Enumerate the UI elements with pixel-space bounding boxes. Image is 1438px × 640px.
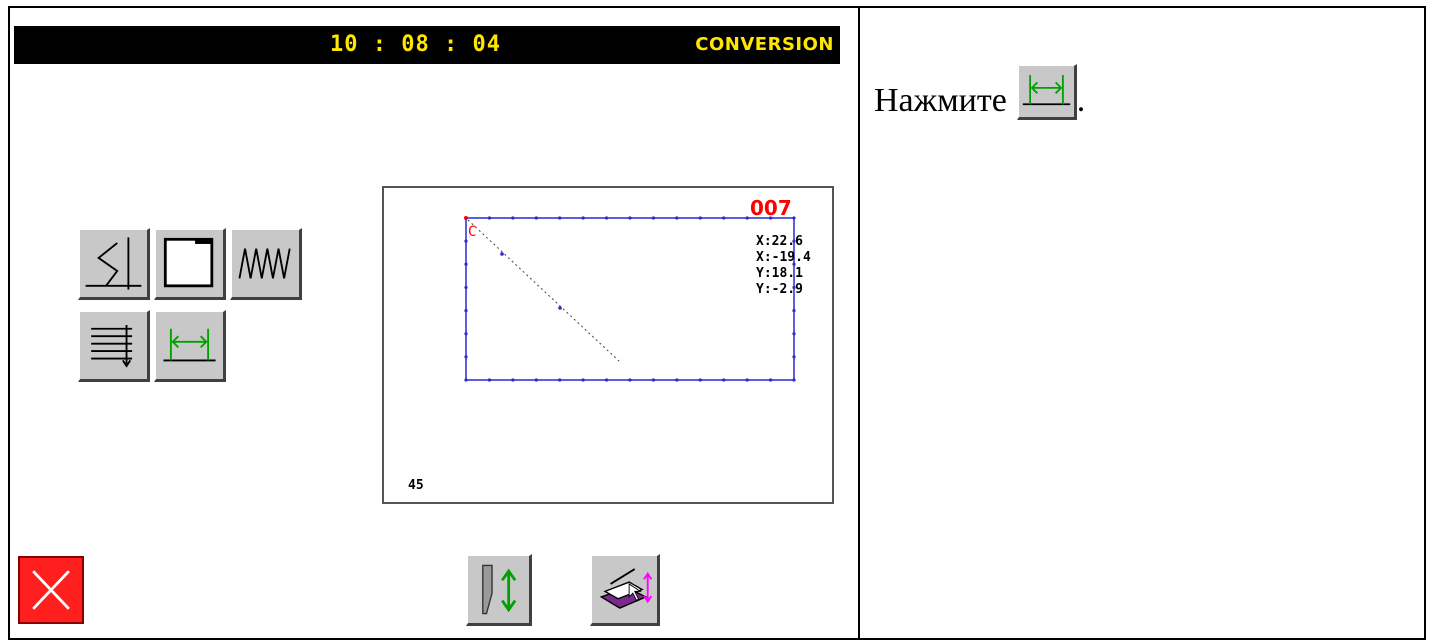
start-marker: C xyxy=(468,224,477,240)
outline-point xyxy=(628,216,632,220)
title-bar: 10 : 08 : 04 CONVERSION xyxy=(14,26,840,64)
outline-point xyxy=(558,378,562,382)
instruction-label: Нажмите xyxy=(874,82,1007,119)
outline-point xyxy=(792,332,796,336)
outline-point xyxy=(464,308,468,313)
outline-point xyxy=(745,216,749,220)
column-divider xyxy=(858,8,860,638)
presser-lift-button[interactable] xyxy=(590,554,660,626)
stitch-count: 45 xyxy=(408,478,424,493)
outline-point xyxy=(792,355,796,359)
multi-line-fill-button[interactable] xyxy=(78,310,150,382)
width-extend-icon xyxy=(163,328,216,362)
instruction-button-image xyxy=(1016,64,1077,120)
coord-x-max: X:22.6 xyxy=(756,234,803,249)
outline-point xyxy=(792,378,796,382)
outline-point xyxy=(722,378,726,382)
outline-point xyxy=(464,355,468,359)
outline-point xyxy=(651,378,656,382)
outline-point xyxy=(698,216,702,220)
outline-point xyxy=(628,378,632,382)
outline-point xyxy=(792,216,796,220)
multi-zigzag-button[interactable] xyxy=(230,228,302,300)
outline-point xyxy=(675,378,679,382)
clock: 10 : 08 : 04 xyxy=(330,32,501,57)
needle-updown-icon xyxy=(482,564,517,615)
outline-point xyxy=(768,378,773,382)
cancel-button[interactable] xyxy=(18,556,84,624)
outline-point xyxy=(464,332,468,336)
outline-point xyxy=(581,216,585,220)
outline-point xyxy=(604,216,609,220)
outline-point xyxy=(675,216,679,220)
width-extend-icon xyxy=(1022,75,1070,106)
zigzag-stitch-icon xyxy=(85,237,142,290)
instruction-text: Нажмите . xyxy=(874,64,1085,120)
outline-point xyxy=(464,239,468,243)
outline-point xyxy=(511,216,515,220)
outline-point xyxy=(651,216,656,220)
outline-point xyxy=(581,378,585,382)
outline-point xyxy=(464,285,468,290)
instruction-suffix: . xyxy=(1076,82,1086,119)
outline-point xyxy=(464,378,468,382)
pattern-preview: C 007 X:22.6 X:-19.4 Y:18.1 Y:-2.9 45 xyxy=(382,186,834,504)
coord-y-min: Y:-2.9 xyxy=(756,282,803,297)
outline-point xyxy=(722,216,726,220)
multi-zigzag-icon xyxy=(238,248,291,279)
outline-point xyxy=(604,378,609,382)
zigzag-stitch-button[interactable] xyxy=(78,228,150,300)
multi-line-fill-icon xyxy=(91,325,133,368)
outline-point xyxy=(487,378,492,382)
rectangle-frame-icon xyxy=(163,237,214,288)
width-extend-button[interactable] xyxy=(154,310,226,382)
outline-point xyxy=(558,216,562,220)
outline-point xyxy=(464,262,468,266)
outline-point xyxy=(792,308,796,313)
coord-y-max: Y:18.1 xyxy=(756,266,803,281)
mode-label: CONVERSION xyxy=(695,34,834,55)
machine-screen: 10 : 08 : 04 CONVERSION C 007 X:22.6 X:-… xyxy=(14,26,840,632)
outline-point xyxy=(534,216,538,220)
outline-point xyxy=(487,216,492,220)
coord-x-min: X:-19.4 xyxy=(756,250,811,265)
outline-point xyxy=(534,378,538,382)
rectangle-frame-button[interactable] xyxy=(154,228,226,300)
presser-lift-icon xyxy=(599,568,653,609)
outline-point xyxy=(511,378,515,382)
pattern-number: 007 xyxy=(750,196,792,220)
close-icon xyxy=(32,570,70,610)
outline-point xyxy=(745,378,749,382)
needle-updown-button[interactable] xyxy=(466,554,532,626)
outline-point xyxy=(698,378,702,382)
